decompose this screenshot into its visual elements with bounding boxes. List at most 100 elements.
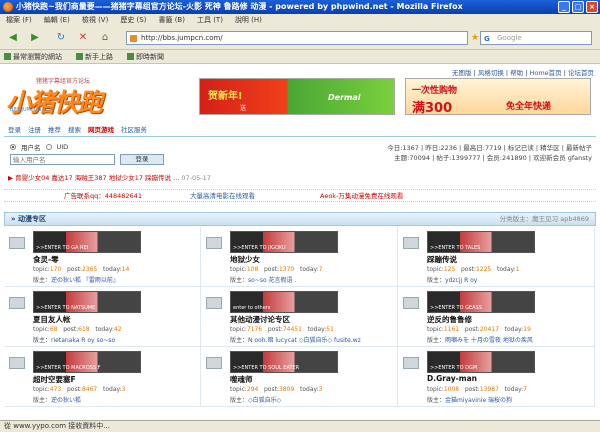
forum-status-icon: [403, 357, 419, 369]
forum-banner-label: >>ENTER TO NATSUME: [36, 305, 96, 311]
forum-banner-image[interactable]: enter to others: [230, 291, 338, 313]
tab-recommend[interactable]: 推荐: [48, 124, 61, 136]
menu-view[interactable]: 檢視 (V): [82, 14, 108, 26]
menu-edit[interactable]: 編輯 (E): [44, 14, 70, 26]
forum-banner-label: >>ENTER TO JIGOKU: [233, 245, 286, 251]
moderator-names[interactable]: ydzcjj R oy: [445, 277, 477, 284]
site-logo[interactable]: 猪猪字幕组官方论坛 小猪快跑 BBS.JUMPCN.COM: [6, 76, 118, 117]
navigation-toolbar: ◀ ▶ ↻ ✕ ⌂ http://bbs.jumpcn.com/ ★ G Goo…: [0, 26, 600, 50]
stop-icon[interactable]: ✕: [74, 30, 92, 46]
minimize-button[interactable]: _: [558, 1, 570, 13]
tab-login[interactable]: 登录: [8, 124, 21, 136]
today-count: 7: [318, 266, 323, 273]
forum-status-icon: [9, 237, 25, 249]
post-count: 1370: [278, 266, 295, 273]
news-ticker[interactable]: ▶ 育婴少女04 嘉达17 海贼王387 地狱少女17 踩蹦传说 ... 07-…: [8, 172, 211, 182]
link-home[interactable]: Home首页: [529, 69, 561, 77]
radio-uid[interactable]: [45, 144, 52, 150]
maximize-button[interactable]: □: [572, 1, 584, 13]
forum-name[interactable]: 其他动漫讨论专区: [230, 314, 290, 325]
moderator-names[interactable]: 逆の狄い狐: [51, 397, 81, 404]
forum-moderators: 版主：逆の狄い狐: [33, 397, 82, 404]
moderator-names[interactable]: ◇白狐自乐◇: [248, 397, 281, 404]
login-button[interactable]: 登录: [120, 154, 164, 165]
forum-name[interactable]: 噬魂师: [230, 374, 253, 385]
google-icon: G: [484, 35, 490, 43]
forum-moderators: 版主：雨嘲みを 十月の雪夜 地狱の疾风: [427, 337, 533, 344]
search-box[interactable]: G Google: [480, 31, 592, 45]
forum-moderators: 版主：rietanaka R oy so~so: [33, 337, 116, 344]
category-header[interactable]: » 动漫专区 分类版主：魔王见习 apb4869: [4, 212, 596, 226]
bookmark-most-visited[interactable]: 最常瀏覽的網站: [4, 50, 62, 63]
link-help[interactable]: 帮助: [510, 69, 523, 77]
bookmark-star-icon[interactable]: ★: [470, 30, 480, 46]
bookmark-news[interactable]: 即時新聞: [127, 50, 164, 63]
forum-name[interactable]: 食灵-零: [33, 254, 59, 265]
bookmark-label: 新手上路: [85, 53, 113, 61]
link-forum-home[interactable]: 论坛首页: [568, 69, 594, 77]
ad-link-3[interactable]: Aeok-万集动漫免费在线观看: [320, 190, 403, 202]
post-count: 1225: [475, 266, 492, 273]
forum-banner-label: >>ENTER TO GEASS: [430, 305, 482, 311]
forum-banner-image[interactable]: >>ENTER TO DGM: [427, 351, 535, 373]
bookmark-label: 即時新聞: [136, 53, 164, 61]
tab-web-games[interactable]: 网页游戏: [88, 124, 114, 136]
menu-bookmarks[interactable]: 書籤 (B): [158, 14, 185, 26]
tab-community[interactable]: 社区服务: [121, 124, 147, 136]
menu-help[interactable]: 說明 (H): [235, 14, 262, 26]
forum-banner-image[interactable]: >>ENTER TO NATSUME: [33, 291, 141, 313]
banner-ad-shopping[interactable]: 一次性购物 满300 免全年快递: [405, 78, 591, 116]
username-input[interactable]: [10, 154, 115, 165]
bookmark-getting-started[interactable]: 新手上路: [76, 50, 113, 63]
forum-banner-label: >>ENTER TO MACROSS F: [36, 365, 101, 371]
radio-username[interactable]: [10, 144, 16, 150]
forum-name[interactable]: 夏目友人帐: [33, 314, 71, 325]
moderator-names[interactable]: rietanaka R oy so~so: [51, 337, 115, 344]
moderator-names[interactable]: 雨嘲みを 十月の雪夜 地狱の疾风: [445, 337, 533, 344]
forum-banner-label: >>ENTER TO TALES: [430, 245, 481, 251]
close-button[interactable]: ×: [586, 1, 598, 13]
tab-register[interactable]: 注册: [28, 124, 41, 136]
forum-name[interactable]: 逆反的鲁鲁修: [427, 314, 472, 325]
firefox-icon: [3, 2, 13, 12]
window-titlebar: 小猪快跑~我们商量要——猪猪字幕组官方论坛-火影 死神 鲁路修 动漫 - pow…: [0, 0, 600, 14]
topic-count: 294: [246, 386, 259, 393]
logo-domain: BBS.JUMPCN.COM: [10, 107, 55, 113]
forum-banner-image[interactable]: >>ENTER TO TALES: [427, 231, 535, 253]
forum-banner-image[interactable]: >>ENTER TO GEASS: [427, 291, 535, 313]
home-icon[interactable]: ⌂: [96, 30, 114, 46]
back-button-icon[interactable]: ◀: [4, 30, 22, 46]
text-ads: 广告联系qq：448482641 大量高清电影在线观看 Aeok-万集动漫免费在…: [4, 189, 596, 202]
forum-cell: >>ENTER TO NATSUME 夏目友人帐 topic:68 post:618…: [4, 287, 201, 347]
menu-bar: 檔案 (F) 編輯 (E) 檢視 (V) 歷史 (S) 書籤 (B) 工具 (T…: [0, 14, 600, 26]
forum-name[interactable]: 超时空要塞F: [33, 374, 76, 385]
ad-link-1[interactable]: 广告联系qq：448482641: [64, 190, 142, 202]
forum-name[interactable]: 踩蹦传说: [427, 254, 457, 265]
forum-banner-image[interactable]: >>ENTER TO JIGOKU: [230, 231, 338, 253]
menu-file[interactable]: 檔案 (F): [6, 14, 32, 26]
address-bar[interactable]: http://bbs.jumpcn.com/: [126, 31, 468, 45]
forum-name[interactable]: 地狱少女: [230, 254, 260, 265]
today-count: 51: [326, 326, 334, 333]
link-style-switch[interactable]: 风格切换: [478, 69, 504, 77]
moderator-names[interactable]: 逆の狄い狐 『雷雨以前』: [51, 277, 119, 284]
forum-name[interactable]: D.Gray-man: [427, 374, 477, 383]
link-text-mode[interactable]: 无图版: [452, 69, 472, 77]
forum-stats: 今日:1367 | 昨日:2236 | 最高日:7719 | 标记已读 | 精华…: [387, 143, 592, 163]
forum-banner-image[interactable]: >>ENTER TO GA REI: [33, 231, 141, 253]
moderator-names[interactable]: N ooh.暗 lucycat ◇白狐自乐◇ fusite.wz: [248, 337, 361, 344]
forum-cell: >>ENTER TO SOUL EATER 噬魂师 topic:294 post:3…: [201, 347, 398, 407]
tab-search[interactable]: 搜索: [68, 124, 81, 136]
banner-ad-newyear[interactable]: 贺新年! 送 Dermal: [199, 78, 395, 115]
forward-button-icon[interactable]: ▶: [26, 30, 44, 46]
moderator-names[interactable]: so~so 花言假语 .: [248, 277, 296, 284]
menu-history[interactable]: 歷史 (S): [120, 14, 146, 26]
forum-banner-image[interactable]: >>ENTER TO SOUL EATER: [230, 351, 338, 373]
ad-link-2[interactable]: 大量高清电影在线观看: [190, 190, 255, 202]
forum-status-icon: [206, 297, 222, 309]
menu-tools[interactable]: 工具 (T): [197, 14, 223, 26]
moderator-names[interactable]: 金猫miyavinie 瑞桜の狗: [445, 397, 512, 404]
forum-banner-image[interactable]: >>ENTER TO MACROSS F: [33, 351, 141, 373]
reload-icon[interactable]: ↻: [52, 30, 70, 46]
forum-counts: topic:68 post:618 today:42: [33, 326, 122, 333]
